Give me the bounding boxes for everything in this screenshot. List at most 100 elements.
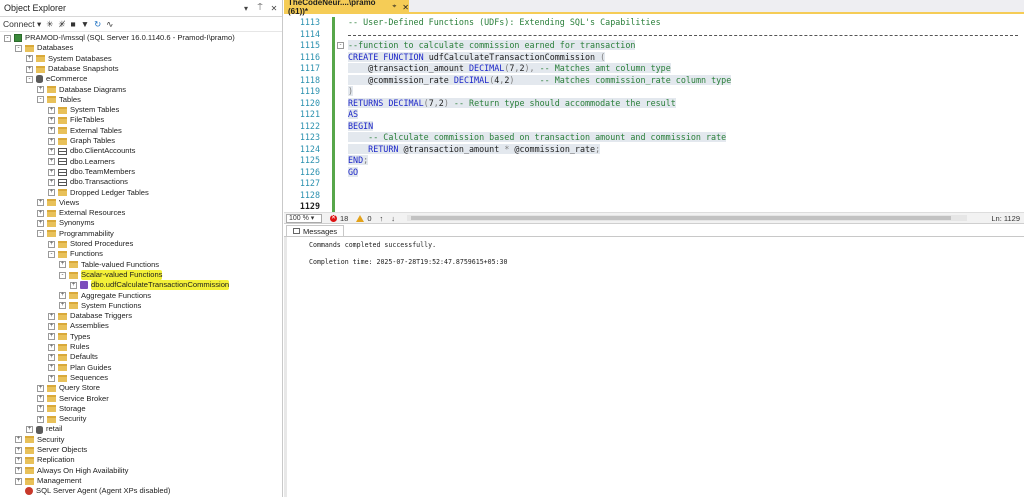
tree-node[interactable]: + System Databases [26, 54, 112, 64]
code-line[interactable]: --function to calculate commission earne… [348, 40, 636, 52]
expand-icon[interactable]: + [26, 55, 33, 63]
tree-node[interactable]: + Graph Tables [48, 136, 115, 146]
collapse-icon[interactable]: - [15, 44, 22, 52]
pin-icon[interactable]: ⍑ [254, 3, 266, 13]
tree-node[interactable]: + Always On High Availability [15, 466, 128, 476]
tree-node[interactable]: + dbo.TeamMembers [48, 167, 135, 177]
tree-node[interactable]: + External Tables [48, 126, 122, 136]
error-count[interactable]: ✕ 18 [330, 214, 348, 223]
code-line[interactable]: END; [348, 155, 369, 167]
expand-icon[interactable]: + [37, 415, 44, 423]
collapse-icon[interactable]: - [59, 271, 66, 279]
expand-icon[interactable]: + [59, 302, 66, 310]
tree-node[interactable]: + Database Triggers [48, 311, 132, 321]
disconnect-icon[interactable]: ✳̸ [58, 19, 65, 30]
tree-node[interactable]: + dbo.Transactions [48, 177, 128, 187]
tree-node[interactable]: + Synonyms [37, 218, 94, 228]
tree-node[interactable]: + External Resources [37, 208, 125, 218]
expand-icon[interactable]: + [48, 137, 55, 145]
collapse-icon[interactable]: - [26, 75, 33, 83]
code-line[interactable]: RETURNS DECIMAL(7,2) -- Return type shou… [348, 97, 676, 110]
stop-icon[interactable]: ■ [71, 19, 76, 29]
expand-icon[interactable]: + [59, 261, 66, 269]
expand-icon[interactable]: + [26, 426, 33, 434]
tree-node[interactable]: + Security [15, 435, 64, 445]
tree-node[interactable]: - Databases [15, 43, 73, 53]
expand-icon[interactable]: + [37, 384, 44, 392]
tree-node[interactable]: + Types [48, 332, 90, 342]
activity-monitor-icon[interactable]: ∿ [106, 19, 113, 30]
expand-icon[interactable]: + [70, 281, 77, 289]
tree-node[interactable]: + Aggregate Functions [59, 291, 151, 301]
close-icon[interactable]: ✕ [268, 4, 280, 13]
tree-node[interactable]: + Sequences [48, 373, 108, 383]
expand-icon[interactable]: + [48, 240, 55, 248]
code-line[interactable]: @transaction_amount DECIMAL(7,2), -- Mat… [348, 63, 671, 75]
expand-icon[interactable]: + [48, 117, 55, 125]
tree-node[interactable]: + retail [26, 424, 62, 434]
expand-icon[interactable]: + [48, 147, 55, 155]
refresh-icon[interactable]: ↻ [94, 19, 101, 30]
filter-icon[interactable]: ▼ [81, 19, 89, 29]
expand-icon[interactable]: + [37, 199, 44, 207]
collapse-icon[interactable]: - [48, 250, 55, 258]
code-line[interactable]: BEGIN [348, 120, 374, 133]
tree-node[interactable]: + Database Snapshots [26, 64, 119, 74]
code-line[interactable]: AS [348, 109, 359, 121]
connect-button[interactable]: Connect ▾ [3, 19, 41, 30]
collapse-icon[interactable]: - [37, 230, 44, 238]
next-issue-button[interactable]: ↓ [391, 214, 395, 223]
tree-node[interactable]: + dbo.Learners [48, 157, 115, 167]
query-tab[interactable]: TheCodeNeur....\pramo (61))* ⌖ ✕ [284, 0, 409, 16]
tree-node[interactable]: + Assemblies [48, 321, 109, 331]
tree-node[interactable]: + Query Store [37, 383, 100, 393]
collapse-icon[interactable]: - [37, 96, 44, 104]
expand-icon[interactable]: + [59, 292, 66, 300]
expand-icon[interactable]: + [48, 364, 55, 372]
connect-icon[interactable]: ✳ [46, 19, 53, 30]
tree-node[interactable]: + Database Diagrams [37, 85, 126, 95]
tree-node[interactable]: SQL Server Agent (Agent XPs disabled) [15, 486, 170, 496]
messages-tab[interactable]: Messages [286, 225, 345, 236]
previous-issue-button[interactable]: ↑ [380, 214, 384, 223]
warning-count[interactable]: 0 [356, 214, 372, 223]
expand-icon[interactable]: + [48, 323, 55, 331]
tree-node[interactable]: + FileTables [48, 115, 104, 125]
tree-node[interactable]: + Dropped Ledger Tables [48, 188, 149, 198]
tab-close-icon[interactable]: ✕ [402, 3, 409, 12]
tree-node[interactable]: + Service Broker [37, 394, 109, 404]
expand-icon[interactable]: + [48, 312, 55, 320]
code-line[interactable]: -- User-Defined Functions (UDFs): Extend… [348, 17, 661, 29]
horizontal-scrollbar[interactable] [407, 215, 968, 221]
tree-node[interactable]: + Table-valued Functions [59, 260, 159, 270]
expand-icon[interactable]: + [48, 127, 55, 135]
expand-icon[interactable]: + [37, 209, 44, 217]
expand-icon[interactable]: + [37, 86, 44, 94]
expand-icon[interactable]: + [48, 374, 55, 382]
tree-node[interactable]: + dbo.udfCalculateTransactionCommission [70, 280, 230, 291]
tree-node[interactable]: + Storage [37, 404, 86, 414]
scrollbar-thumb[interactable] [411, 216, 952, 220]
tree-node[interactable]: + Rules [48, 342, 89, 352]
tree-node[interactable]: - Functions [48, 249, 103, 259]
expand-icon[interactable]: + [15, 446, 22, 454]
zoom-dropdown[interactable]: 100 % ▾ [286, 213, 322, 223]
code-line[interactable]: GO [348, 166, 359, 179]
expand-icon[interactable]: + [48, 168, 55, 176]
expand-icon[interactable]: + [48, 333, 55, 341]
expand-icon[interactable]: + [48, 178, 55, 186]
tree-node[interactable]: + Security [37, 414, 86, 424]
code-line[interactable]: RETURN @transaction_amount * @commission… [348, 143, 601, 156]
tree-node[interactable]: + Plan Guides [48, 363, 111, 373]
expand-icon[interactable]: + [15, 467, 22, 475]
code-line[interactable]: -- Calculate commission based on transac… [348, 132, 727, 144]
tree-node[interactable]: - Scalar-valued Functions [59, 269, 163, 281]
expand-icon[interactable]: + [37, 405, 44, 413]
expand-icon[interactable]: + [15, 436, 22, 444]
expand-icon[interactable]: + [48, 343, 55, 351]
expand-icon[interactable]: + [15, 477, 22, 485]
code-line[interactable]: ) [348, 86, 354, 98]
expand-icon[interactable]: + [48, 353, 55, 361]
expand-icon[interactable]: + [15, 456, 22, 464]
dropdown-icon[interactable]: ▾ [240, 4, 252, 13]
